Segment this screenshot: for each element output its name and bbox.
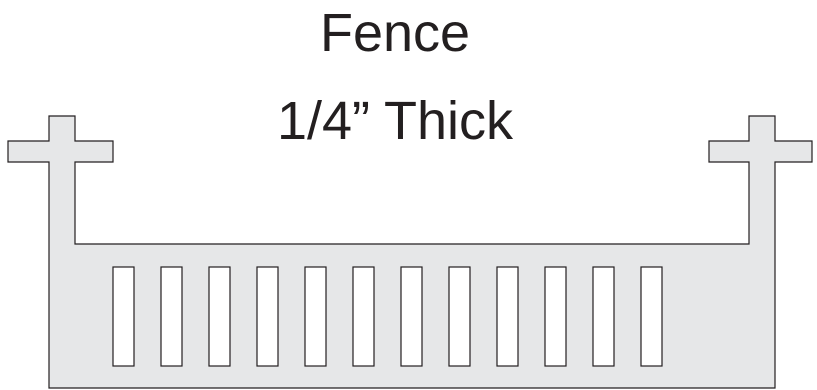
fence-slot [400, 266, 423, 367]
fence-slot [112, 266, 135, 367]
fence-slot [208, 266, 231, 367]
fence-slot [256, 266, 279, 367]
fence-slot [544, 266, 567, 367]
fence-shape [7, 115, 813, 389]
fence-slot [352, 266, 375, 367]
fence-slot [160, 266, 183, 367]
fence-slot [592, 266, 615, 367]
fence-slot [304, 266, 327, 367]
fence-slot [640, 266, 663, 367]
fence-slot [496, 266, 519, 367]
fence-slot [448, 266, 471, 367]
